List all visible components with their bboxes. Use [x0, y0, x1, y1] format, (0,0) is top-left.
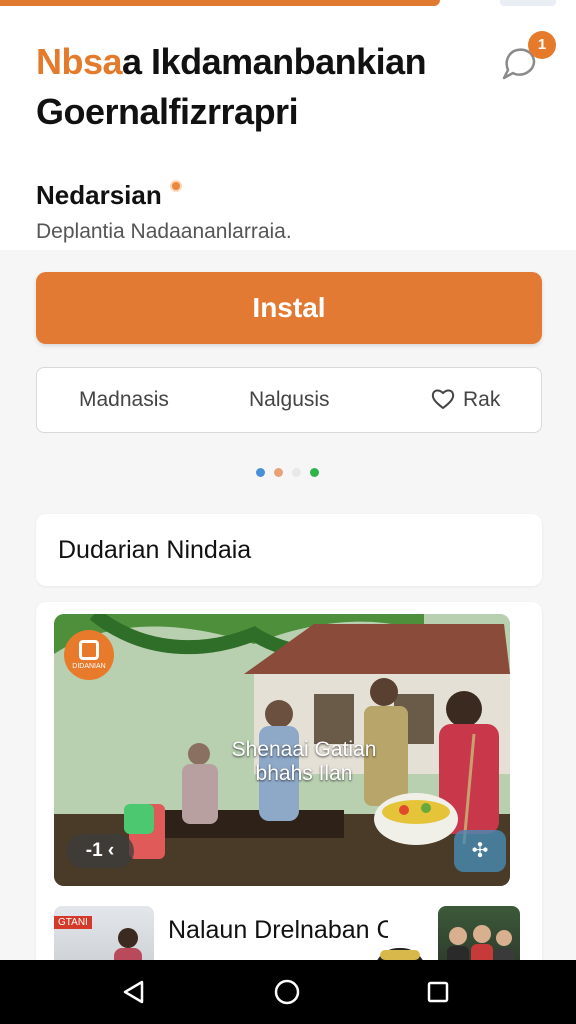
brand-logo-text: DIDANIAN: [72, 663, 106, 670]
app-name: Nedarsian: [36, 180, 162, 210]
install-button[interactable]: Instal: [36, 272, 542, 344]
recent-apps-icon[interactable]: [424, 978, 452, 1006]
page-title-line2: Goernalfizrrapri: [36, 91, 299, 132]
status-indicator: [500, 0, 556, 6]
section-title: Dudarian Nindaia: [58, 536, 252, 564]
new-indicator-dot: [170, 180, 182, 192]
progress-strip: [0, 0, 440, 6]
brand-logo: DIDANIAN: [64, 630, 114, 680]
action-item-2[interactable]: Nalgusis: [249, 368, 330, 432]
action-item-3[interactable]: Rak: [431, 368, 500, 432]
thumbnail-label: GTANI: [54, 916, 92, 929]
app-header: Nbsaa Ikdamanbankian Goernalfizrrapri 1 …: [0, 0, 576, 250]
app-subtitle: Deplantia Nadaananlarraia.: [36, 220, 292, 243]
page-indicator: [256, 468, 336, 478]
page-title: Nbsaa Ikdamanbankian: [36, 41, 427, 82]
section-header-card[interactable]: Dudarian Nindaia: [36, 514, 542, 586]
action-row: Madnasis Nalgusis Rak: [36, 367, 542, 433]
heart-icon: [431, 389, 455, 410]
action-item-1[interactable]: Madnasis: [79, 368, 169, 432]
logo-glyph-icon: [79, 640, 99, 660]
home-icon[interactable]: [273, 978, 301, 1006]
system-nav-bar: [0, 960, 576, 1024]
page-dot[interactable]: [292, 468, 301, 477]
page-title-rest: a Ikdamanbankian: [122, 41, 427, 82]
food-bowl-contents: [380, 950, 420, 960]
back-icon[interactable]: [120, 978, 148, 1006]
expand-icon[interactable]: ✣: [454, 830, 506, 872]
page-title-accent: Nbsa: [36, 41, 123, 82]
media-card: DIDANIAN Shenaai Gatian bhahs Ilan -1 ‹ …: [36, 602, 542, 1002]
list-item-title[interactable]: Nalaun Drelnaban Cornulimr D: [168, 914, 388, 946]
photo-caption: Shenaai Gatian bhahs Ilan: [231, 738, 377, 785]
notification-badge: 1: [528, 31, 556, 59]
featured-photo[interactable]: DIDANIAN Shenaai Gatian bhahs Ilan -1 ‹ …: [54, 614, 510, 886]
action-item-3-label: Rak: [463, 388, 501, 411]
media-control-pill[interactable]: -1 ‹: [66, 834, 134, 868]
page-dot[interactable]: [310, 468, 319, 477]
page-dot[interactable]: [274, 468, 283, 477]
page-dot[interactable]: [256, 468, 265, 477]
